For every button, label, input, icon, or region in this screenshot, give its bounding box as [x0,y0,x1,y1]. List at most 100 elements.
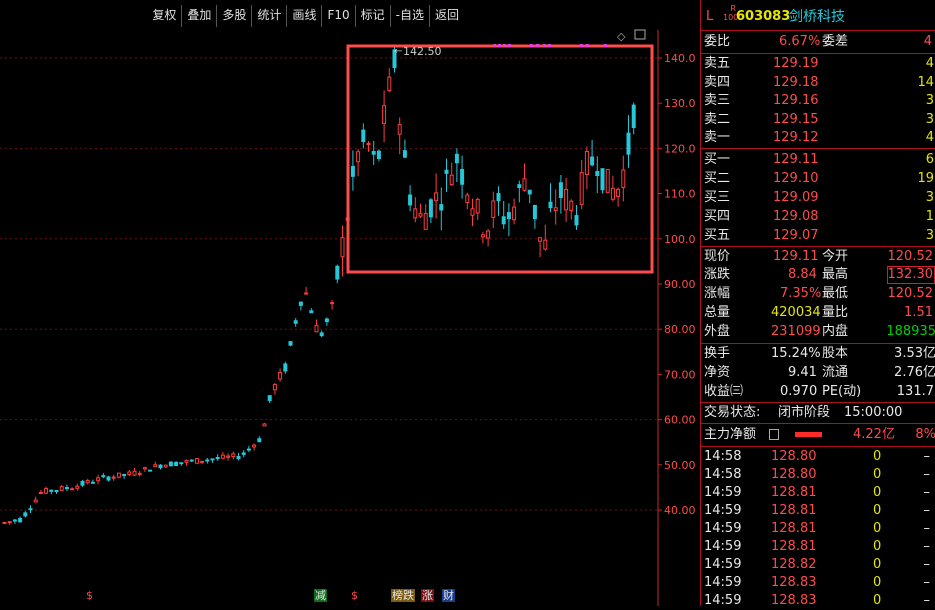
trading-status-row: 交易状态: 闭市阶段 15:00:00 [701,404,935,422]
main-force-label: 主力净额 [704,427,757,442]
tick-volume: 0 [873,449,882,464]
mark-button[interactable]: 标记 [354,5,390,27]
open-value: 120.52 [887,249,934,264]
bid-volume: 3 [925,190,934,205]
candle-body [532,204,537,220]
candle-body [595,171,600,176]
candle-body [163,464,168,468]
candle-body [220,454,225,459]
candle-body [356,151,361,163]
turnover-value: 15.24% [771,346,821,361]
dividend-tag[interactable]: $ [85,589,94,602]
tick-volume: 0 [873,593,882,608]
candle-body [127,471,132,475]
candle-body [574,215,579,226]
outer-volume-label: 外盘 [704,324,731,339]
diamond-icon[interactable]: ◇ [617,30,626,43]
tick-row: 14:59 128.81 0 – [701,538,935,556]
weicha-label: 委差 [822,34,849,49]
fuquan-button[interactable]: 复权 [147,5,181,27]
candle-body [465,194,470,204]
tick-volume: 0 [873,467,882,482]
eps-label: 收益㈢ [704,384,744,399]
candle-body [174,461,179,467]
high-marker-arrow: ← [394,46,402,57]
quote-row-3: 涨幅 7.35% 最低 120.52 [701,285,935,303]
event-mark [586,44,589,47]
candle-body [538,237,543,242]
multi-stock-button[interactable]: 多股 [216,5,251,27]
overlay-button[interactable]: 叠加 [181,5,216,27]
candle-body [304,292,309,295]
candle-body [626,132,631,155]
candle-body [376,150,381,159]
candle-body [96,477,101,482]
tick-row: 14:59 128.82 0 – [701,556,935,574]
candle-body [33,499,38,503]
rise-tag[interactable]: 涨 [421,589,434,602]
quote-row-8: 收益㈢ 0.970 PE(动) 131.7 [701,383,935,401]
bid-row: 买四 129.08 1 [701,208,935,226]
candle-body [54,490,59,493]
high-value: 132.30 [887,267,934,282]
main-force-pct: 8% [915,427,935,442]
tick-time: 14:59 [704,575,742,590]
quote-row-5: 外盘 231099 内盘 188935 [701,323,935,341]
candle-body [246,448,251,451]
tick-row: 14:59 128.83 0 – [701,592,935,610]
ask-price: 129.15 [773,111,819,127]
window-icon[interactable] [634,29,646,40]
candle-body [272,384,277,391]
candle-body [75,485,80,489]
change-label: 涨跌 [704,267,731,282]
candle-body [90,481,95,484]
candle-body [267,395,272,401]
candle-body [194,458,199,464]
candle-body [80,480,85,486]
high-label: 最高 [822,267,849,282]
draw-line-button[interactable]: 画线 [286,5,321,27]
tick-volume: 0 [873,539,882,554]
weicha-value: 4 [923,34,932,49]
tick-price: 128.83 [771,575,817,590]
candle-body [158,464,163,469]
change-pct-label: 涨幅 [704,286,731,301]
remove-watchlist-button[interactable]: -自选 [389,5,429,27]
candle-body [179,462,184,465]
tick-price: 128.81 [771,485,817,500]
candle-body [142,467,147,470]
bid-label: 买三 [704,190,731,205]
candle-body [506,212,511,220]
ranking-drop-tag[interactable]: 榜跌 [391,589,415,602]
back-button[interactable]: 返回 [428,5,464,27]
candle-body [340,237,345,258]
dividend-tag-2[interactable]: $ [350,589,359,602]
candle-body [205,459,210,462]
candle-body [454,153,459,164]
list-icon[interactable] [769,429,779,440]
tick-volume: 0 [873,521,882,536]
candle-body [610,187,615,200]
f10-button[interactable]: F10 [321,5,354,27]
candle-body [288,341,293,346]
bid-price: 129.11 [773,152,819,167]
candle-body [116,472,121,478]
total-shares-label: 股本 [822,346,849,361]
eps-value: 0.970 [780,384,818,399]
price-axis-label: 40.00 [664,504,696,517]
finance-tag[interactable]: 财 [442,589,455,602]
ask-price: 129.19 [773,56,819,71]
volume-ratio-value: 1.51 [904,305,933,320]
candlestick-chart[interactable]: 140.0 130.0 120.0 110.0 100.0 90.00 80.00 70.00… [0,0,700,606]
chart-canvas[interactable]: 140.0 130.0 120.0 110.0 100.0 90.00 80.00 70.00… [0,0,700,606]
candle-body [12,519,17,522]
low-label: 最低 [822,286,849,301]
candle-body [548,201,553,209]
candle-body [428,199,433,218]
price-axis-label: 120.0 [664,142,696,155]
volume-label: 总量 [704,305,731,320]
quote-row-6: 换手 15.24% 股本 3.53亿 [701,345,935,363]
statistics-button[interactable]: 统计 [251,5,286,27]
reduce-tag[interactable]: 减 [314,589,327,602]
main-force-row[interactable]: 主力净额 4.22亿 8% [701,426,935,444]
